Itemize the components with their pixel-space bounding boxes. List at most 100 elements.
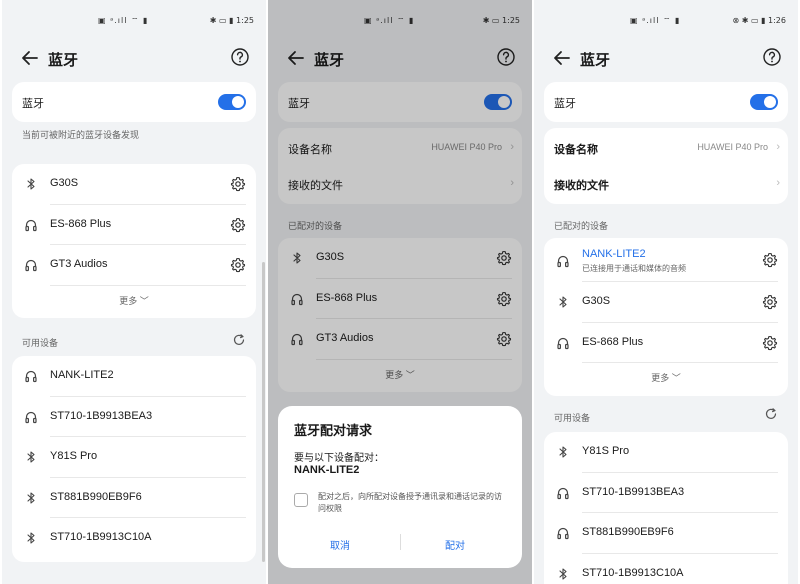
page-title: 蓝牙 — [580, 52, 611, 69]
connected-device-name: NANK-LITE2 — [582, 248, 646, 260]
paired-devices-card: G30S ES-868 Plus GT3 Audios 更多 ﹀ — [12, 164, 256, 318]
device-row[interactable]: ST710-1B9913C10A — [544, 554, 788, 584]
connected-device-status: 已连接用于通话和媒体的音频 — [582, 264, 686, 273]
device-row[interactable]: ES-868 Plus — [544, 323, 788, 364]
headphones-icon — [556, 336, 570, 350]
bluetooth-toggle-card: 蓝牙 — [544, 82, 788, 122]
status-bar: ▣ ᵃ.ıll ⌔ ▮ ✱ ▭ ▮ 1:25 — [2, 0, 266, 42]
device-name: ES-868 Plus — [582, 335, 644, 348]
bluetooth-toggle-row[interactable]: 蓝牙 — [544, 82, 788, 122]
dialog-message: 要与以下设备配对： — [294, 453, 384, 464]
device-row[interactable]: G30S — [12, 164, 256, 205]
screen-bluetooth-connected: ▣ ᵃ.ıll ⌔ ▮ ⊗ ✱ ▭ ▮ 1:26 蓝牙 蓝牙 设备名称 HUAW… — [534, 0, 798, 584]
gear-icon[interactable] — [762, 335, 778, 351]
device-name: GT3 Audios — [50, 258, 108, 270]
discoverable-text: 当前可被附近的蓝牙设备发现 — [22, 130, 140, 140]
more-button[interactable]: 更多 ﹀ — [12, 286, 256, 316]
available-devices-card: Y81S Pro ST710-1B9913BEA3 ST881B990EB9F6 ST… — [544, 432, 788, 584]
contacts-permission-text: 配对之后，向所配对设备授予通讯录和通话记录的访问权限 — [318, 492, 502, 513]
bluetooth-toggle-row[interactable]: 蓝牙 — [12, 82, 256, 122]
device-row[interactable]: ST881B990EB9F6 — [544, 513, 788, 554]
paired-devices-card: NANK-LITE2 已连接用于通话和媒体的音频 G30S ES-868 Plus… — [544, 238, 788, 396]
bluetooth-switch[interactable] — [218, 94, 246, 110]
received-files-row[interactable]: 接收的文件 › — [544, 164, 788, 200]
status-icons-right: ✱ ▭ ▮ 1:25 — [209, 16, 254, 25]
connected-device-row[interactable]: NANK-LITE2 已连接用于通话和媒体的音频 — [544, 238, 788, 282]
dialog-device-name: NANK-LITE2 — [294, 464, 360, 476]
pair-button[interactable]: 配对 — [445, 537, 465, 552]
headphones-icon — [24, 410, 38, 424]
gear-icon[interactable] — [230, 176, 246, 192]
bluetooth-icon — [556, 295, 570, 309]
available-devices-card: NANK-LITE2 ST710-1B9913BEA3 Y81S Pro ST881B… — [12, 356, 256, 562]
device-row[interactable]: ST710-1B9913BEA3 — [544, 473, 788, 514]
help-icon[interactable] — [230, 47, 250, 67]
bluetooth-toggle-card: 蓝牙 — [12, 82, 256, 122]
status-icons-right: ⊗ ✱ ▭ ▮ 1:26 — [732, 16, 786, 25]
page-title: 蓝牙 — [48, 52, 79, 69]
status-icons-left: ▣ ᵃ.ıll ⌔ ▮ — [98, 16, 149, 25]
bluetooth-label: 蓝牙 — [22, 98, 44, 110]
bluetooth-icon — [24, 177, 38, 191]
device-name: ST710-1B9913C10A — [50, 531, 152, 543]
device-name-value: HUAWEI P40 Pro — [697, 142, 768, 152]
device-row[interactable]: NANK-LITE2 — [12, 356, 256, 397]
device-name-row[interactable]: 设备名称 HUAWEI P40 Pro › — [544, 128, 788, 164]
status-icons-left: ▣ ᵃ.ıll ⌔ ▮ — [630, 16, 681, 25]
device-name: ST710-1B9913BEA3 — [582, 485, 685, 498]
gear-icon[interactable] — [230, 257, 246, 273]
gear-icon[interactable] — [230, 217, 246, 233]
chevron-right-icon: › — [776, 177, 780, 189]
dialog-title: 蓝牙配对请求 — [294, 423, 373, 438]
device-info-card: 设备名称 HUAWEI P40 Pro › 接收的文件 › — [544, 128, 788, 204]
device-name: G30S — [50, 177, 79, 189]
back-arrow-icon[interactable] — [550, 46, 574, 70]
gear-icon[interactable] — [762, 252, 778, 268]
headphones-icon — [556, 254, 570, 268]
pairing-dialog: 蓝牙配对请求 要与以下设备配对： NANK-LITE2 配对之后，向所配对设备授… — [278, 406, 522, 568]
device-name: ES-868 Plus — [50, 217, 112, 230]
device-name: ST881B990EB9F6 — [582, 526, 674, 538]
gear-icon[interactable] — [762, 294, 778, 310]
status-bar: ▣ ᵃ.ıll ⌔ ▮ ⊗ ✱ ▭ ▮ 1:26 — [534, 0, 798, 42]
available-devices-header: 可用设备 — [22, 338, 59, 348]
headphones-icon — [24, 218, 38, 232]
title-bar: 蓝牙 — [2, 42, 266, 82]
headphones-icon — [556, 486, 570, 500]
more-button[interactable]: 更多 ﹀ — [544, 363, 788, 393]
refresh-icon[interactable] — [764, 407, 778, 421]
cancel-button[interactable]: 取消 — [330, 537, 350, 552]
device-row[interactable]: ST710-1B9913BEA3 — [12, 397, 256, 438]
device-name: Y81S Pro — [582, 445, 630, 457]
device-row[interactable]: ES-868 Plus — [12, 205, 256, 246]
device-name: ST881B990EB9F6 — [50, 490, 142, 503]
refresh-icon[interactable] — [232, 333, 246, 347]
headphones-icon — [24, 258, 38, 272]
bluetooth-label: 蓝牙 — [554, 98, 576, 110]
back-arrow-icon[interactable] — [18, 46, 42, 70]
title-bar: 蓝牙 — [534, 42, 798, 82]
scrollbar[interactable] — [262, 262, 265, 562]
contacts-permission-checkbox[interactable] — [294, 493, 308, 507]
device-name: G30S — [582, 295, 611, 307]
device-row[interactable]: ST881B990EB9F6 — [12, 478, 256, 519]
device-name: ST710-1B9913C10A — [582, 566, 684, 579]
device-name: Y81S Pro — [50, 450, 98, 462]
button-divider — [400, 534, 401, 550]
device-row[interactable]: Y81S Pro — [12, 437, 256, 478]
received-files-label: 接收的文件 — [554, 180, 609, 192]
bluetooth-icon — [24, 531, 38, 545]
bluetooth-icon — [556, 567, 570, 581]
device-row[interactable]: ST710-1B9913C10A — [12, 518, 256, 559]
help-icon[interactable] — [762, 47, 782, 67]
bluetooth-icon — [24, 450, 38, 464]
paired-devices-header: 已配对的设备 — [554, 221, 609, 231]
screen-pairing-request: ▣ ᵃ.ıll ⌔ ▮ ✱ ▭ 1:25 蓝牙 蓝牙 设备名称 HUAWEI P… — [268, 0, 532, 584]
device-row[interactable]: GT3 Audios — [12, 245, 256, 286]
bluetooth-switch[interactable] — [750, 94, 778, 110]
device-row[interactable]: G30S — [544, 282, 788, 323]
headphones-icon — [24, 369, 38, 383]
device-row[interactable]: Y81S Pro — [544, 432, 788, 473]
headphones-icon — [556, 526, 570, 540]
device-name: ST710-1B9913BEA3 — [50, 409, 153, 422]
